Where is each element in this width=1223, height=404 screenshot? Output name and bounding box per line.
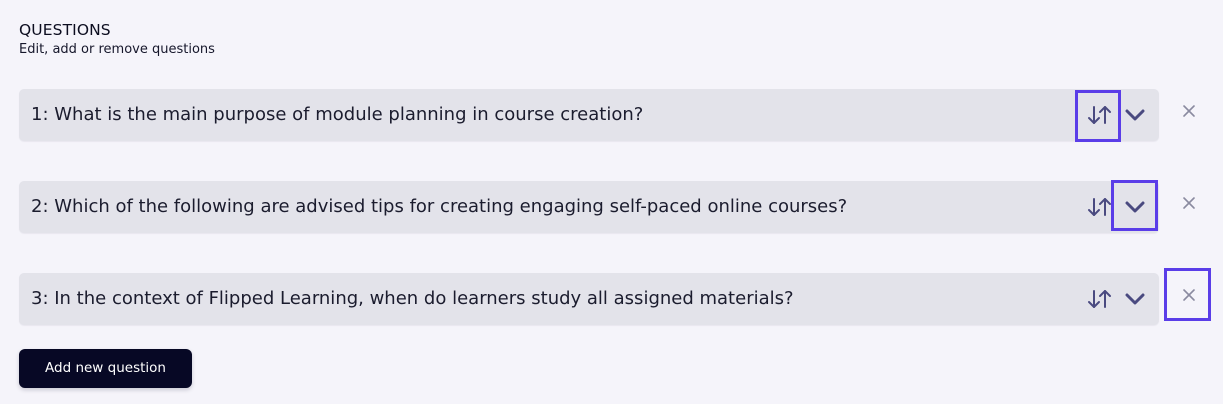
expand-button[interactable] (1121, 286, 1149, 312)
section-subtitle: Edit, add or remove questions (19, 42, 215, 57)
question-card[interactable]: 3: In the context of Flipped Learning, w… (19, 273, 1159, 325)
expand-button[interactable] (1121, 194, 1149, 220)
expand-button[interactable] (1121, 102, 1149, 128)
sort-arrows-icon (1088, 290, 1111, 308)
question-card[interactable]: 1: What is the main purpose of module pl… (19, 89, 1159, 141)
close-icon (1183, 197, 1195, 209)
reorder-button[interactable] (1087, 194, 1113, 220)
chevron-down-icon (1125, 109, 1145, 121)
question-card[interactable]: 2: Which of the following are advised ti… (19, 181, 1159, 233)
question-label: 2: Which of the following are advised ti… (31, 196, 848, 217)
sort-arrows-icon (1088, 198, 1111, 216)
chevron-down-icon (1125, 293, 1145, 305)
question-label: 1: What is the main purpose of module pl… (31, 104, 644, 125)
sort-arrows-icon (1088, 106, 1111, 124)
add-new-question-button[interactable]: Add new question (19, 349, 192, 388)
remove-question-button[interactable] (1175, 189, 1203, 217)
remove-question-button[interactable] (1175, 281, 1203, 309)
chevron-down-icon (1125, 201, 1145, 213)
reorder-button[interactable] (1087, 286, 1113, 312)
close-icon (1183, 105, 1195, 117)
close-icon (1183, 289, 1195, 301)
reorder-button[interactable] (1087, 102, 1113, 128)
question-label: 3: In the context of Flipped Learning, w… (31, 288, 794, 309)
remove-question-button[interactable] (1175, 97, 1203, 125)
section-title: QUESTIONS (19, 21, 111, 39)
